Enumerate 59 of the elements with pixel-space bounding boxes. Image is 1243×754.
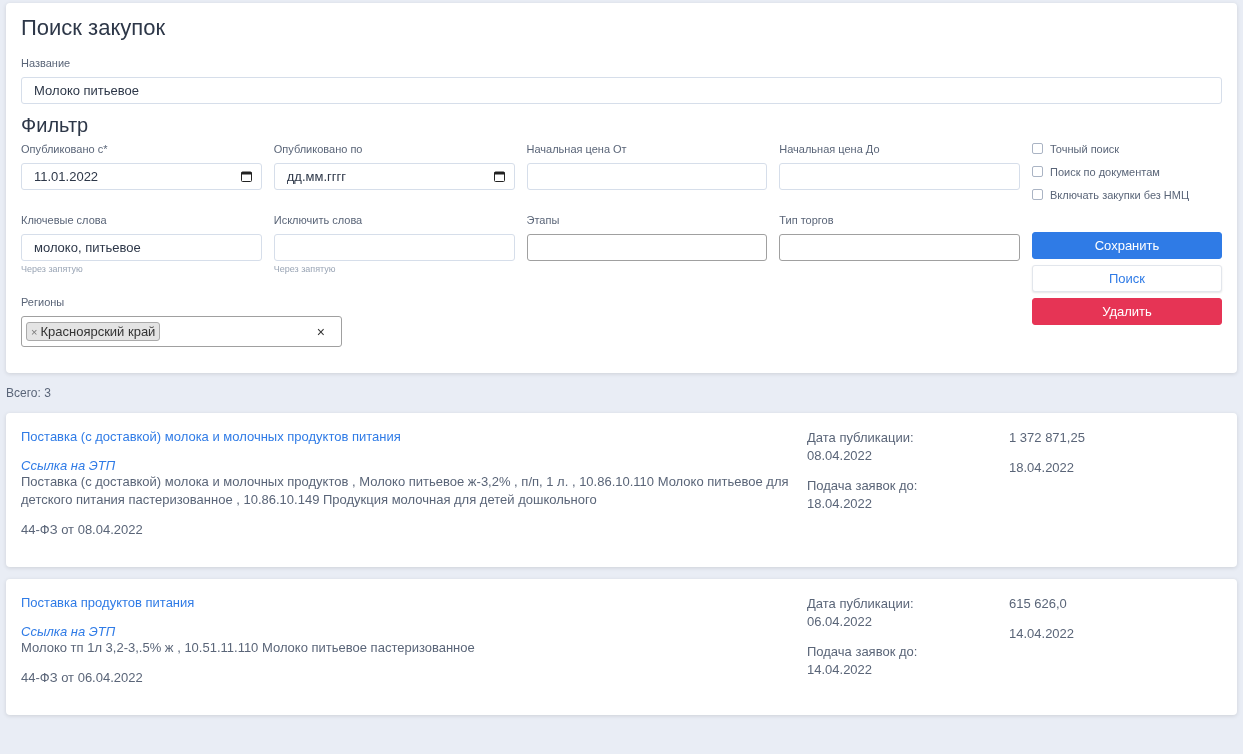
price-text: 615 626,0 bbox=[1009, 595, 1068, 613]
calendar-icon[interactable] bbox=[240, 171, 252, 182]
field-label: Опубликовано по bbox=[273, 143, 364, 155]
deadline-date: 18.04.2022 bbox=[807, 495, 874, 513]
deadline-label: Подача заявок до: bbox=[807, 477, 919, 495]
checkbox[interactable] bbox=[1032, 143, 1043, 154]
text-field[interactable]: молоко, питьевое bbox=[21, 234, 262, 261]
date-field[interactable]: 11.01.2022 bbox=[21, 163, 262, 190]
checkbox-label: Поиск по документам bbox=[1050, 165, 1160, 178]
deadline-label: Подача заявок до: bbox=[807, 643, 919, 661]
result-description: Молоко тп 1л 3,2-3,.5% ж , 10.51.11.110 Молоко питьевое пастеризованное bbox=[21, 639, 476, 657]
published-label: Дата публикации: bbox=[807, 595, 915, 613]
field-label: Начальная цена До bbox=[779, 143, 881, 155]
tag-remove[interactable]: × bbox=[31, 325, 38, 338]
field-label: Этапы bbox=[526, 214, 561, 226]
etp-link[interactable]: Ссылка на ЭТП bbox=[21, 624, 795, 639]
price-text: 1 372 871,25 bbox=[1009, 429, 1086, 447]
field-label: Название bbox=[21, 57, 72, 69]
field-label: Регионы bbox=[21, 296, 66, 308]
published-date: 06.04.2022 bbox=[807, 613, 874, 631]
result-title-link[interactable]: Поставка продуктов питания bbox=[21, 595, 795, 610]
calendar-icon[interactable] bbox=[493, 171, 505, 182]
checkbox[interactable] bbox=[1032, 189, 1043, 200]
field-hint: Через запятую bbox=[21, 264, 84, 274]
law-text: 44-ФЗ от 06.04.2022 bbox=[21, 669, 144, 687]
field-label: Тип торгов bbox=[779, 214, 835, 226]
text-field[interactable] bbox=[779, 163, 1020, 190]
field-label: Начальная цена От bbox=[526, 143, 628, 155]
checkbox-label: Включать закупки без НМЦ bbox=[1050, 188, 1190, 201]
total-count: Всего: 3 bbox=[6, 386, 52, 400]
section-title: Фильтр bbox=[21, 114, 90, 137]
checkbox-label: Точный поиск bbox=[1050, 142, 1120, 155]
page-title: Поиск закупок bbox=[21, 15, 167, 41]
published-date: 08.04.2022 bbox=[807, 447, 874, 465]
date-field[interactable]: дд.мм.гггг bbox=[273, 163, 515, 190]
result-title-link[interactable]: Поставка (с доставкой) молока и молочных продуктов питания bbox=[21, 429, 795, 444]
law-text: 44-ФЗ от 08.04.2022 bbox=[21, 521, 144, 539]
action-button[interactable]: Удалить bbox=[1032, 298, 1222, 325]
tag-label: Красноярский край bbox=[40, 324, 156, 339]
action-button[interactable]: Поиск bbox=[1032, 265, 1222, 292]
field-label: Ключевые слова bbox=[21, 214, 108, 226]
select-field[interactable] bbox=[526, 234, 768, 261]
etp-link[interactable]: Ссылка на ЭТП bbox=[21, 458, 795, 473]
field-label: Опубликовано с* bbox=[21, 143, 109, 155]
result-description: Поставка (с доставкой) молока и молочных продуктов , Молоко питьевое ж-3,2% , п/п, 1 л. , 10.86.10.110 Молоко питьевое для детского питания пастеризованное , 10.86.10.149 Продукция молочная для детей дошкольного bbox=[21, 473, 790, 509]
end-date: 14.04.2022 bbox=[1009, 625, 1076, 643]
multi-select-field[interactable]: × Красноярский край × bbox=[21, 316, 342, 347]
clear-button[interactable]: × bbox=[316, 323, 331, 340]
end-date: 18.04.2022 bbox=[1009, 459, 1076, 477]
text-field[interactable]: Молоко питьевое bbox=[21, 77, 1222, 104]
published-label: Дата публикации: bbox=[807, 429, 915, 447]
deadline-date: 14.04.2022 bbox=[807, 661, 874, 679]
action-button[interactable]: Сохранить bbox=[1032, 232, 1222, 259]
field-hint: Через запятую bbox=[273, 264, 337, 274]
field-label: Исключить слова bbox=[273, 214, 364, 226]
text-field[interactable] bbox=[273, 234, 515, 261]
text-field[interactable] bbox=[526, 163, 768, 190]
select-field[interactable] bbox=[779, 234, 1020, 261]
checkbox[interactable] bbox=[1032, 166, 1043, 177]
